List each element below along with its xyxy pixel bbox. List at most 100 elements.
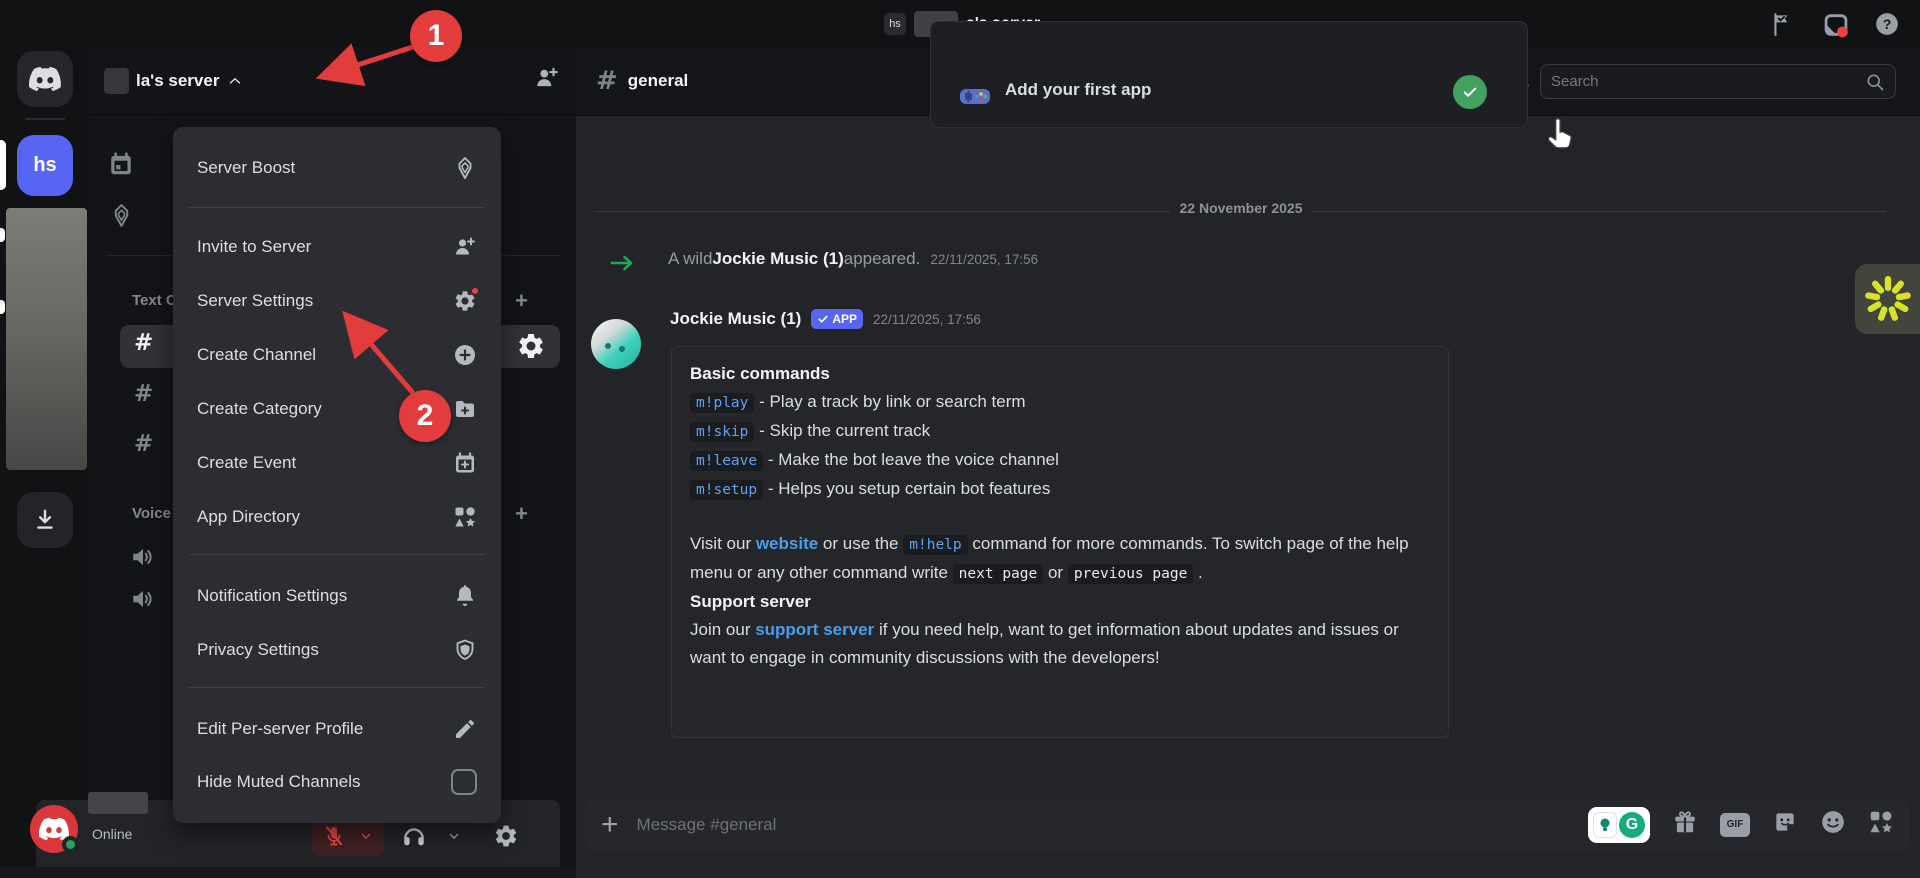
- message-input-bar: + G GIF: [585, 799, 1910, 850]
- menu-item-server-settings[interactable]: Server Settings: [197, 281, 477, 321]
- channel-hash-icon: #: [596, 66, 618, 96]
- discord-app-window: hs a's server ? hs: [0, 0, 1920, 878]
- server-button-hs[interactable]: hs: [17, 135, 73, 196]
- menu-divider: [189, 687, 485, 688]
- menu-item-server-boost[interactable]: Server Boost: [197, 148, 477, 188]
- sticker-picker-icon[interactable]: [1772, 809, 1798, 840]
- mini-server-badge: hs: [884, 13, 906, 35]
- channel-hash-icon: #: [134, 330, 153, 356]
- download-icon: [32, 507, 58, 533]
- bot-embed: Basic commands m!play - Play a track by …: [671, 346, 1449, 738]
- verified-check-icon: [817, 313, 829, 325]
- inbox-icon[interactable]: [1822, 11, 1848, 37]
- annotation-step-2: 2: [399, 390, 451, 442]
- shapes-icon: [453, 505, 477, 529]
- redacted-username: [88, 792, 148, 814]
- date-divider: 22 November 2025: [576, 200, 1906, 218]
- svg-text:?: ?: [1883, 15, 1892, 31]
- menu-item-app-directory[interactable]: App Directory: [197, 497, 477, 537]
- command-line: m!play - Play a track by link or search …: [690, 388, 1430, 417]
- join-arrow-icon: [610, 253, 636, 278]
- support-server-link[interactable]: support server: [755, 620, 874, 639]
- create-channel-plus-icon[interactable]: +: [515, 288, 528, 314]
- settings-alert-dot: [470, 286, 480, 296]
- app-card-title: Add your first app: [1005, 80, 1151, 100]
- grammarly-bulb-icon: [1593, 812, 1617, 838]
- rail-divider: [25, 118, 65, 120]
- voice-channel-speaker-icon[interactable]: [130, 586, 156, 617]
- avatar[interactable]: [591, 319, 641, 369]
- menu-item-notification-settings[interactable]: Notification Settings: [197, 576, 477, 616]
- embed-paragraph: Visit our website or use the m!help comm…: [690, 530, 1430, 588]
- system-join-message: A wild Jockie Music (1) appeared. 22/11/…: [668, 249, 1038, 269]
- menu-item-privacy-settings[interactable]: Privacy Settings: [197, 630, 477, 670]
- apps-shapes-icon[interactable]: [1868, 809, 1894, 840]
- grammarly-g-icon: G: [1619, 812, 1645, 838]
- edit-channel-gear-icon[interactable]: [516, 331, 546, 366]
- selected-server-pill: [0, 140, 6, 190]
- join-member-name[interactable]: Jockie Music (1): [712, 249, 843, 269]
- server-rail: hs: [0, 47, 90, 878]
- user-status-text: Online: [92, 826, 132, 842]
- grammarly-widget[interactable]: G: [1588, 807, 1650, 843]
- hide-muted-checkbox[interactable]: [451, 769, 477, 795]
- embed-heading: Support server: [690, 592, 811, 611]
- pencil-icon: [453, 717, 477, 741]
- create-voice-channel-plus-icon[interactable]: +: [515, 501, 528, 527]
- message-author[interactable]: Jockie Music (1): [670, 309, 801, 329]
- redacted-server-name: [104, 68, 129, 94]
- input-actions: G GIF: [1588, 807, 1894, 843]
- bottom-strip: [0, 867, 576, 878]
- menu-item-hide-muted-channels[interactable]: Hide Muted Channels: [197, 762, 477, 802]
- add-first-app-card[interactable]: Add your first app: [930, 21, 1528, 128]
- channel-hash-icon: #: [134, 431, 153, 457]
- search-input[interactable]: [1551, 73, 1865, 90]
- code-chip: m!setup: [690, 480, 763, 500]
- gif-picker-icon[interactable]: GIF: [1720, 813, 1750, 837]
- command-line: m!leave - Make the bot leave the voice c…: [690, 446, 1430, 475]
- attach-plus-icon[interactable]: +: [601, 810, 619, 840]
- command-line: m!setup - Helps you setup certain bot fe…: [690, 475, 1430, 504]
- server-name: la's server: [136, 71, 219, 91]
- starburst-overlay-button[interactable]: [1855, 264, 1920, 334]
- folder-plus-icon: [453, 397, 477, 421]
- channel-hash-icon: #: [134, 381, 153, 407]
- boost-icon: [453, 156, 477, 180]
- website-link[interactable]: website: [756, 534, 818, 553]
- join-suffix: appeared.: [844, 249, 921, 269]
- help-icon[interactable]: ?: [1874, 11, 1900, 37]
- menu-item-create-channel[interactable]: Create Channel: [197, 335, 477, 375]
- menu-item-create-event[interactable]: Create Event: [197, 443, 477, 483]
- app-badge: APP: [811, 309, 863, 329]
- chat-area: # general: [576, 47, 1920, 878]
- gamepad-emoji: [959, 84, 991, 113]
- home-button[interactable]: [17, 51, 73, 107]
- menu-item-edit-per-server-profile[interactable]: Edit Per-server Profile: [197, 709, 477, 749]
- menu-item-invite-to-server[interactable]: Invite to Server: [197, 227, 477, 267]
- emoji-picker-icon[interactable]: [1820, 809, 1846, 840]
- events-icon[interactable]: [108, 151, 134, 182]
- annotation-step-1: 1: [410, 10, 462, 62]
- code-chip: next page: [953, 564, 1044, 584]
- message-header: Jockie Music (1) APP 22/11/2025, 17:56: [670, 309, 981, 329]
- server-dropdown-menu: Server Boost Invite to Server Server Set…: [173, 127, 501, 823]
- redacted-server-icon[interactable]: [6, 208, 87, 470]
- server-dropdown-header[interactable]: la's server: [90, 47, 576, 115]
- mod-flag-icon[interactable]: [1770, 11, 1796, 37]
- person-add-icon: [453, 235, 477, 259]
- unread-indicator: [0, 228, 5, 242]
- completed-check-icon: [1453, 75, 1487, 109]
- boost-level-icon[interactable]: [109, 203, 134, 233]
- discord-logo-icon: [29, 63, 61, 95]
- command-line: m!skip - Skip the current track: [690, 417, 1430, 446]
- voice-channel-speaker-icon[interactable]: [130, 544, 156, 575]
- starburst-icon: [1861, 270, 1915, 328]
- code-chip: m!skip: [690, 422, 754, 442]
- channel-name: general: [628, 71, 688, 91]
- search-box[interactable]: [1540, 64, 1896, 99]
- invite-people-icon[interactable]: [534, 65, 560, 96]
- download-apps-button[interactable]: [17, 492, 73, 548]
- gift-icon[interactable]: [1672, 809, 1698, 840]
- message-input[interactable]: [637, 815, 1588, 835]
- code-chip: m!help: [903, 535, 967, 555]
